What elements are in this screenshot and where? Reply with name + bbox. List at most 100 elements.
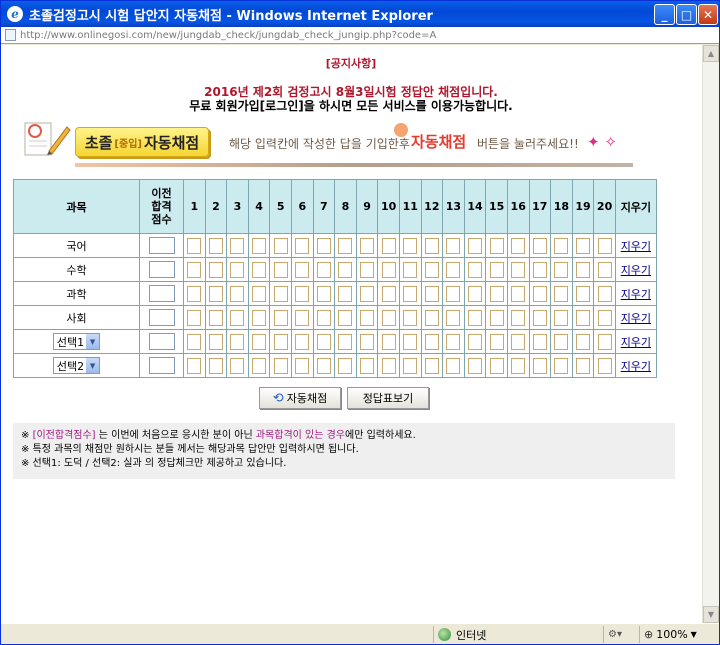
answer-input[interactable]	[532, 357, 547, 374]
scroll-down-icon[interactable]: ▼	[703, 606, 719, 623]
answer-input[interactable]	[424, 261, 439, 278]
answer-input[interactable]	[424, 285, 439, 302]
answer-input[interactable]	[532, 309, 547, 326]
answer-input[interactable]	[360, 285, 375, 302]
answer-input[interactable]	[316, 357, 331, 374]
answer-input[interactable]	[489, 309, 504, 326]
answer-input[interactable]	[424, 357, 439, 374]
answer-input[interactable]	[446, 357, 461, 374]
answer-input[interactable]	[403, 333, 418, 350]
prev-score-input[interactable]	[148, 333, 175, 350]
answer-key-button[interactable]: 정답표보기	[347, 387, 429, 409]
answer-input[interactable]	[273, 333, 288, 350]
answer-input[interactable]	[403, 285, 418, 302]
answer-input[interactable]	[446, 285, 461, 302]
clear-link[interactable]: 지우기	[621, 336, 651, 349]
answer-input[interactable]	[187, 285, 202, 302]
answer-input[interactable]	[208, 333, 223, 350]
answer-input[interactable]	[295, 333, 310, 350]
answer-input[interactable]	[532, 237, 547, 254]
answer-input[interactable]	[597, 285, 612, 302]
answer-input[interactable]	[381, 333, 396, 350]
answer-input[interactable]	[403, 309, 418, 326]
answer-input[interactable]	[252, 357, 267, 374]
answer-input[interactable]	[424, 309, 439, 326]
answer-input[interactable]	[208, 237, 223, 254]
zoom-segment[interactable]: ⊕ 100% ▼	[639, 626, 719, 643]
subject-cell[interactable]: 선택2 ▼	[13, 353, 140, 378]
autograde-button[interactable]: ⟲ 자동채점	[259, 387, 341, 409]
answer-input[interactable]	[532, 261, 547, 278]
answer-input[interactable]	[208, 285, 223, 302]
vertical-scrollbar[interactable]: ▲ ▼	[702, 45, 719, 623]
answer-input[interactable]	[424, 237, 439, 254]
answer-input[interactable]	[187, 237, 202, 254]
clear-link[interactable]: 지우기	[621, 264, 651, 277]
answer-input[interactable]	[316, 261, 331, 278]
answer-input[interactable]	[316, 285, 331, 302]
answer-input[interactable]	[403, 237, 418, 254]
dropdown-arrow-icon[interactable]: ▼	[86, 334, 100, 349]
answer-input[interactable]	[489, 237, 504, 254]
answer-input[interactable]	[489, 285, 504, 302]
answer-input[interactable]	[554, 237, 569, 254]
answer-input[interactable]	[273, 357, 288, 374]
answer-input[interactable]	[554, 333, 569, 350]
answer-input[interactable]	[252, 237, 267, 254]
answer-input[interactable]	[316, 237, 331, 254]
clear-link[interactable]: 지우기	[621, 288, 651, 301]
answer-input[interactable]	[597, 333, 612, 350]
answer-input[interactable]	[273, 237, 288, 254]
maximize-button[interactable]: □	[676, 4, 697, 25]
answer-input[interactable]	[338, 237, 353, 254]
answer-input[interactable]	[252, 333, 267, 350]
answer-input[interactable]	[575, 261, 590, 278]
answer-input[interactable]	[360, 357, 375, 374]
answer-input[interactable]	[360, 261, 375, 278]
clear-link[interactable]: 지우기	[621, 240, 651, 253]
answer-input[interactable]	[468, 357, 483, 374]
scroll-up-icon[interactable]: ▲	[703, 45, 719, 62]
answer-input[interactable]	[230, 309, 245, 326]
answer-input[interactable]	[338, 261, 353, 278]
answer-input[interactable]	[403, 357, 418, 374]
answer-input[interactable]	[575, 333, 590, 350]
prev-score-input[interactable]	[148, 237, 175, 254]
answer-input[interactable]	[575, 357, 590, 374]
answer-input[interactable]	[446, 237, 461, 254]
answer-input[interactable]	[489, 333, 504, 350]
answer-input[interactable]	[575, 309, 590, 326]
answer-input[interactable]	[252, 309, 267, 326]
answer-input[interactable]	[187, 309, 202, 326]
answer-input[interactable]	[424, 333, 439, 350]
answer-input[interactable]	[187, 357, 202, 374]
answer-input[interactable]	[230, 333, 245, 350]
answer-input[interactable]	[338, 333, 353, 350]
answer-input[interactable]	[338, 357, 353, 374]
clear-link[interactable]: 지우기	[621, 360, 651, 373]
answer-input[interactable]	[360, 333, 375, 350]
protected-mode-segment[interactable]: ⚙▾	[603, 626, 639, 643]
subject-cell[interactable]: 선택1 ▼	[13, 329, 140, 354]
answer-input[interactable]	[468, 285, 483, 302]
dropdown-arrow-icon[interactable]: ▼	[86, 358, 100, 373]
minimize-button[interactable]: _	[654, 4, 675, 25]
answer-input[interactable]	[230, 237, 245, 254]
address-bar[interactable]: http://www.onlinegosi.com/new/jungdab_ch…	[1, 27, 719, 44]
answer-input[interactable]	[446, 261, 461, 278]
answer-input[interactable]	[316, 309, 331, 326]
answer-input[interactable]	[273, 285, 288, 302]
prev-score-input[interactable]	[148, 357, 175, 374]
subject-select[interactable]: 선택2 ▼	[52, 357, 101, 374]
answer-input[interactable]	[403, 261, 418, 278]
answer-input[interactable]	[360, 237, 375, 254]
answer-input[interactable]	[554, 285, 569, 302]
answer-input[interactable]	[230, 357, 245, 374]
answer-input[interactable]	[187, 333, 202, 350]
answer-input[interactable]	[230, 261, 245, 278]
answer-input[interactable]	[554, 309, 569, 326]
answer-input[interactable]	[597, 357, 612, 374]
answer-input[interactable]	[532, 333, 547, 350]
answer-input[interactable]	[511, 309, 526, 326]
answer-input[interactable]	[597, 237, 612, 254]
